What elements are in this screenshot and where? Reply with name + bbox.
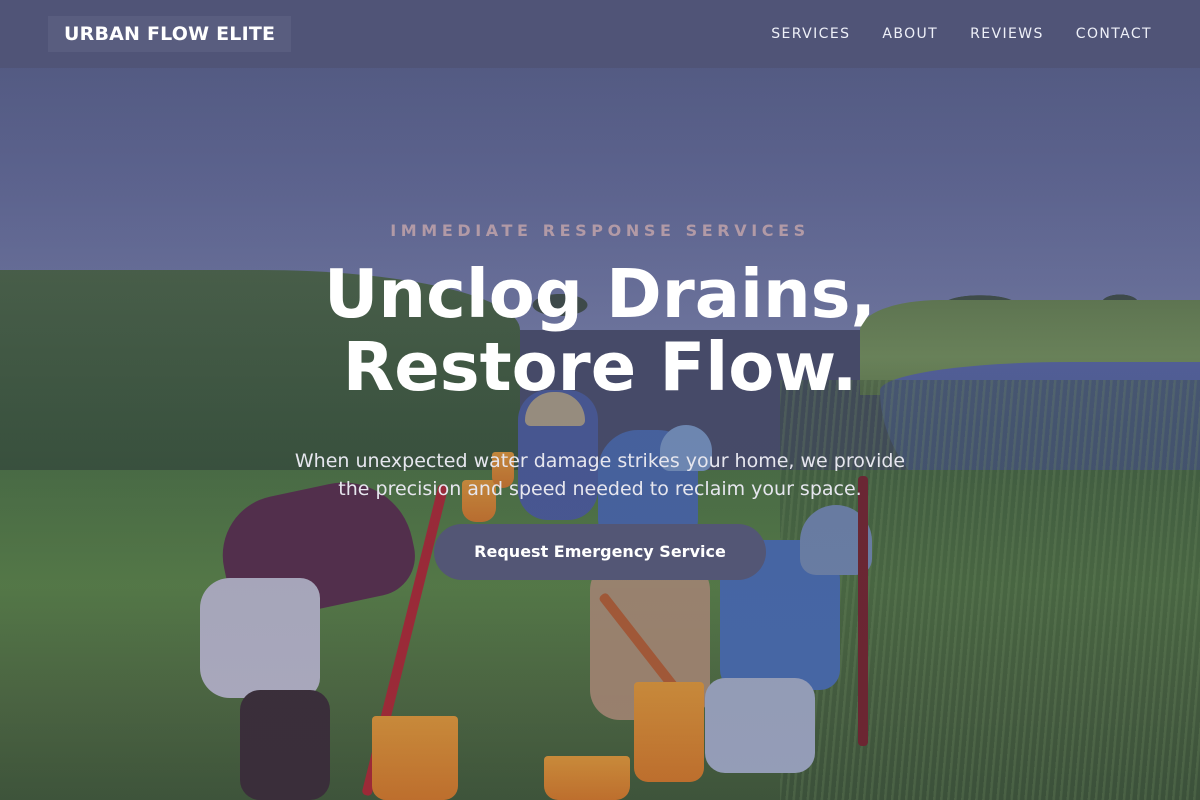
hero-section: IMMEDIATE RESPONSE SERVICES Unclog Drain… (0, 0, 1200, 800)
hero-headline: Unclog Drains, Restore Flow. (0, 258, 1200, 404)
request-emergency-service-button[interactable]: Request Emergency Service (434, 524, 766, 580)
landing-page: URBAN FLOW ELITE SERVICES ABOUT REVIEWS … (0, 0, 1200, 800)
hero-subtext-line1: When unexpected water damage strikes you… (294, 450, 906, 472)
hero-headline-line1: Unclog Drains, (324, 255, 876, 333)
hero-headline-line2: Restore Flow. (342, 328, 858, 406)
hero-eyebrow: IMMEDIATE RESPONSE SERVICES (390, 221, 810, 240)
hero-subtext-line2: the precision and speed needed to reclai… (338, 478, 862, 500)
hero-subtext: When unexpected water damage strikes you… (0, 447, 1200, 503)
